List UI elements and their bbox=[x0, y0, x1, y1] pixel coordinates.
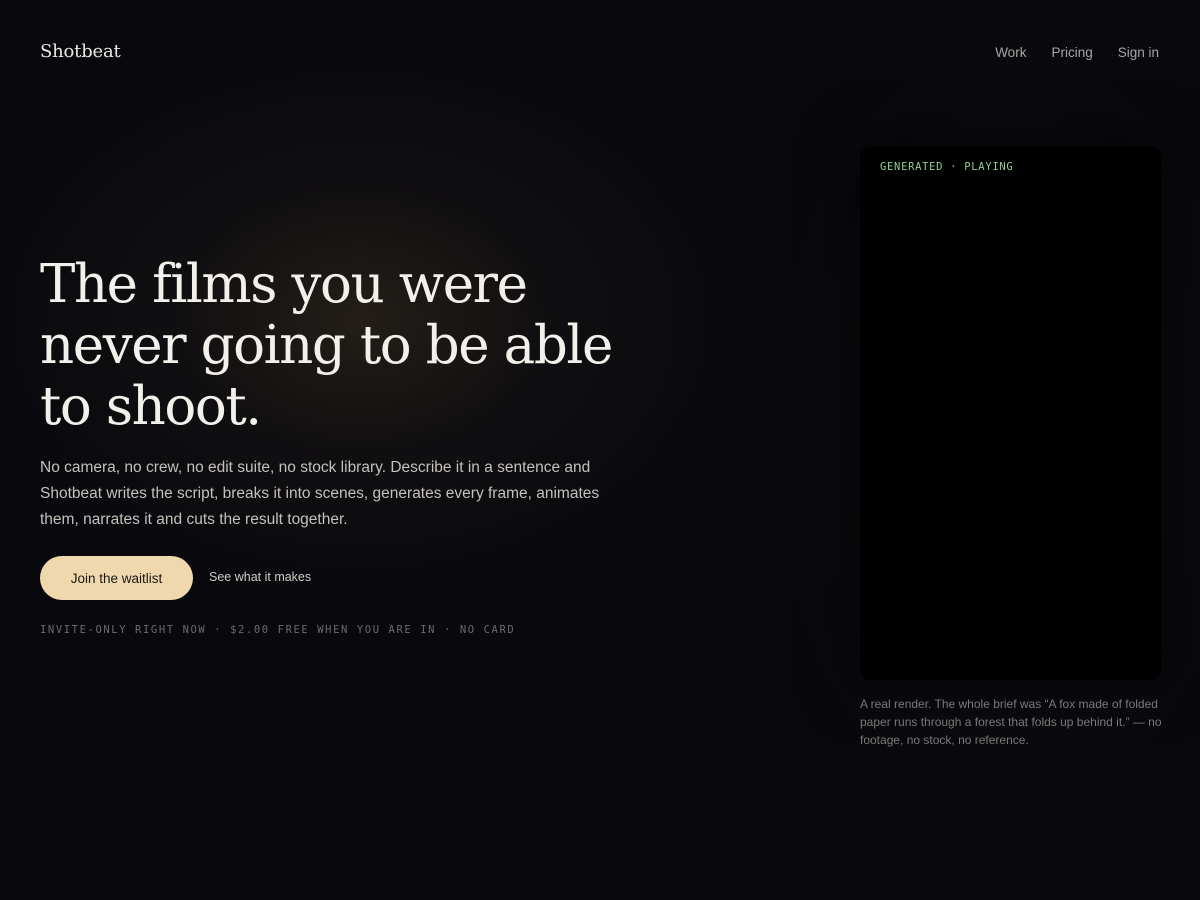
nav-item-pricing[interactable]: Pricing bbox=[1051, 45, 1092, 60]
hero-headline: The films you were never going to be abl… bbox=[40, 254, 613, 437]
join-waitlist-button[interactable]: Join the waitlist bbox=[40, 556, 193, 600]
nav-item-work[interactable]: Work bbox=[995, 45, 1026, 60]
hero-description: No camera, no crew, no edit suite, no st… bbox=[40, 459, 600, 528]
video-caption: A real render. The whole brief was “A fo… bbox=[860, 697, 1162, 747]
brand-logo[interactable]: Shotbeat bbox=[40, 41, 121, 62]
invite-fineprint: INVITE-ONLY RIGHT NOW · $2.00 FREE WHEN … bbox=[40, 624, 516, 636]
top-nav: Work Pricing Sign in bbox=[995, 45, 1159, 60]
see-what-it-makes-link[interactable]: See what it makes bbox=[209, 570, 311, 584]
nav-item-sign-in[interactable]: Sign in bbox=[1118, 45, 1159, 60]
player-status-label: GENERATED · PLAYING bbox=[880, 161, 1014, 173]
video-player[interactable]: GENERATED · PLAYING bbox=[860, 147, 1161, 680]
